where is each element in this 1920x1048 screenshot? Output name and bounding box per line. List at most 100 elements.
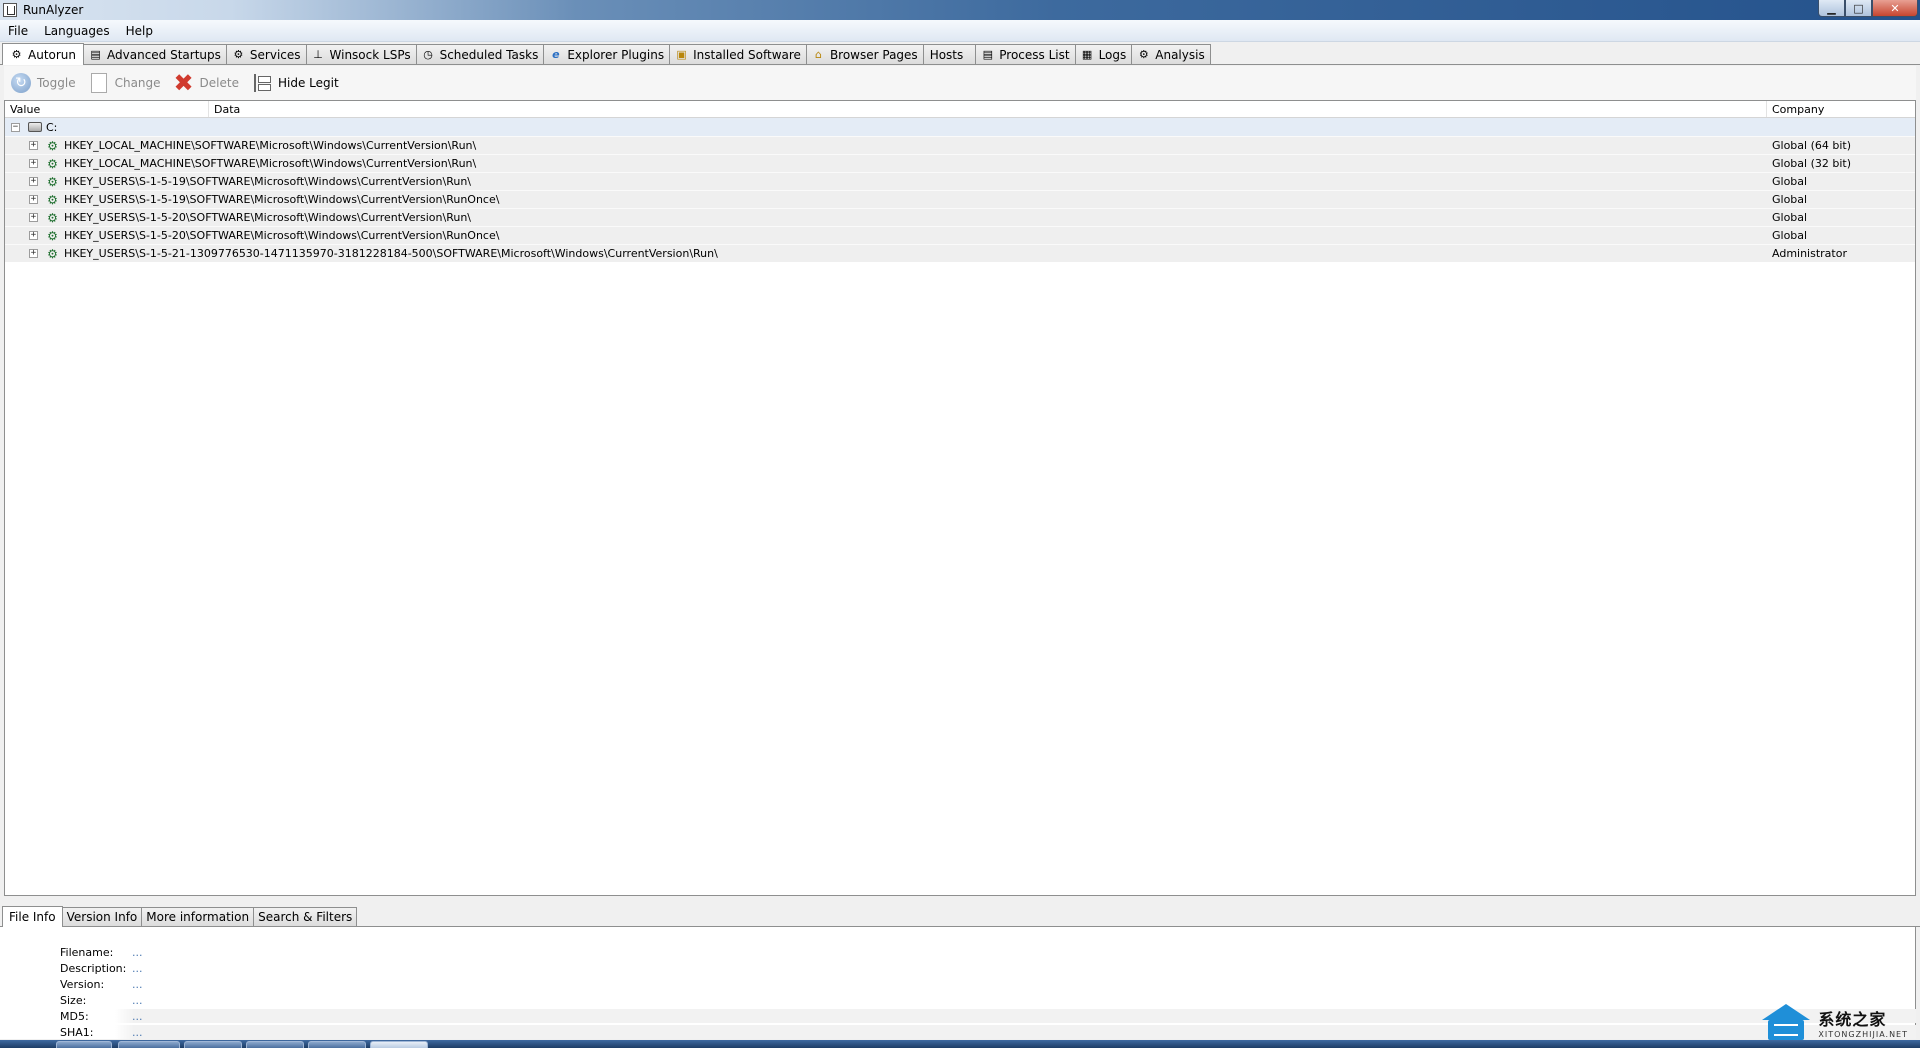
delete-label: Delete [199, 76, 239, 90]
field-label: Filename: [60, 945, 114, 959]
home-icon: ⌂ [814, 48, 822, 61]
clock-icon: ◷ [423, 48, 433, 61]
row-company: Global [1772, 193, 1808, 206]
tab-label: Hosts [929, 47, 964, 62]
tab-services[interactable]: ⚙ Services [225, 44, 307, 64]
field-value: ... [132, 1025, 143, 1039]
refresh-arrow-icon: ↻ [11, 73, 31, 93]
expand-icon[interactable]: + [29, 177, 38, 186]
expand-icon[interactable]: + [29, 141, 38, 150]
file-info-version: Version: ... [0, 977, 1916, 991]
expand-icon[interactable]: + [29, 249, 38, 258]
tab-process-list[interactable]: ▤ Process List [975, 44, 1076, 64]
tab-search-filters[interactable]: Search & Filters [253, 907, 358, 926]
table-row[interactable]: + ⚙ HKEY_USERS\S-1-5-20\SOFTWARE\Microso… [5, 226, 1915, 244]
row-path: HKEY_LOCAL_MACHINE\SOFTWARE\Microsoft\Wi… [64, 139, 477, 152]
app-icon [3, 3, 17, 17]
menu-file[interactable]: File [0, 24, 36, 38]
row-company: Global [1772, 211, 1808, 224]
tab-hosts[interactable]: Hosts [922, 44, 977, 64]
taskbar-item-active[interactable] [370, 1041, 428, 1048]
taskbar-item[interactable] [184, 1041, 242, 1048]
root-label: C: [46, 120, 58, 134]
row-path: HKEY_USERS\S-1-5-19\SOFTWARE\Microsoft\W… [64, 193, 500, 206]
grid-header: Value Data Company [5, 101, 1915, 118]
taskbar-item[interactable] [308, 1041, 366, 1048]
expand-icon[interactable]: + [29, 231, 38, 240]
registry-key-icon: ⚙ [47, 228, 58, 243]
change-button[interactable]: Change [82, 69, 167, 97]
log-icon: ▦ [1081, 48, 1093, 61]
delete-button[interactable]: ✖ Delete [167, 69, 245, 97]
expand-icon[interactable]: + [29, 195, 38, 204]
tab-more-information[interactable]: More information [141, 907, 255, 926]
file-info-md5: MD5: ... [0, 1009, 1916, 1023]
table-row[interactable]: + ⚙ HKEY_USERS\S-1-5-20\SOFTWARE\Microso… [5, 208, 1915, 226]
autorun-tree-grid[interactable]: Value Data Company − C: + ⚙ HKEY_LOCAL_M… [4, 100, 1916, 896]
column-header-value[interactable]: Value [5, 101, 209, 117]
close-button[interactable]: ✕ [1872, 0, 1918, 17]
tree-root-row[interactable]: − C: [5, 118, 1915, 136]
package-icon: ▣ [676, 48, 687, 61]
field-label: SHA1: [60, 1025, 94, 1039]
toggle-icon: ↻ [10, 72, 32, 94]
table-row[interactable]: + ⚙ HKEY_USERS\S-1-5-19\SOFTWARE\Microso… [5, 172, 1915, 190]
file-info-panel: Filename: ... Description: ... Version: … [0, 927, 1916, 1039]
tab-winsock-lsps[interactable]: ⊥ Winsock LSPs [305, 44, 417, 64]
tab-logs[interactable]: ▦ Logs [1074, 44, 1133, 64]
taskbar-item[interactable] [56, 1041, 112, 1048]
tab-explorer-plugins[interactable]: e Explorer Plugins [543, 44, 671, 64]
tab-label: Analysis [1155, 47, 1205, 62]
taskbar [0, 1040, 1920, 1048]
tab-installed-software[interactable]: ▣ Installed Software [669, 44, 807, 64]
registry-key-icon: ⚙ [47, 156, 58, 171]
tab-analysis[interactable]: ⚙ Analysis [1131, 44, 1211, 64]
tab-advanced-startups[interactable]: ▤ Advanced Startups [83, 44, 227, 64]
maximize-button[interactable]: □ [1845, 0, 1872, 17]
menu-help[interactable]: Help [118, 24, 161, 38]
registry-key-icon: ⚙ [47, 246, 58, 261]
tab-label: Advanced Startups [107, 47, 221, 62]
tab-label: Installed Software [693, 47, 801, 62]
tab-version-info[interactable]: Version Info [61, 907, 143, 926]
details-tab-strip: File Info Version Info More information … [0, 906, 1920, 927]
window-controls: ▁ □ ✕ [1818, 0, 1918, 17]
expand-icon[interactable]: + [29, 159, 38, 168]
column-header-company[interactable]: Company [1767, 101, 1915, 117]
table-row[interactable]: + ⚙ HKEY_USERS\S-1-5-19\SOFTWARE\Microso… [5, 190, 1915, 208]
table-row[interactable]: + ⚙ HKEY_LOCAL_MACHINE\SOFTWARE\Microsof… [5, 136, 1915, 154]
field-value: ... [132, 993, 143, 1007]
field-value: ... [132, 961, 143, 975]
column-header-data[interactable]: Data [209, 101, 1767, 117]
tab-browser-pages[interactable]: ⌂ Browser Pages [805, 44, 924, 64]
field-label: Size: [60, 993, 87, 1007]
minimize-button[interactable]: ▁ [1818, 0, 1845, 17]
table-row[interactable]: + ⚙ HKEY_USERS\S-1-5-21-1309776530-14711… [5, 244, 1915, 262]
file-info-description: Description: ... [0, 961, 1916, 975]
taskbar-item[interactable] [118, 1041, 180, 1048]
table-row[interactable]: + ⚙ HKEY_LOCAL_MACHINE\SOFTWARE\Microsof… [5, 154, 1915, 172]
tree-filter-icon [251, 72, 273, 94]
watermark-en: XITONGZHIJIA.NET [1818, 1029, 1908, 1039]
gears-icon: ⚙ [233, 48, 244, 61]
row-company: Global [1772, 175, 1808, 188]
tab-scheduled-tasks[interactable]: ◷ Scheduled Tasks [415, 44, 545, 64]
expand-icon[interactable]: + [29, 213, 38, 222]
collapse-icon[interactable]: − [11, 122, 20, 132]
menu-languages[interactable]: Languages [36, 24, 117, 38]
row-path: HKEY_USERS\S-1-5-21-1309776530-147113597… [64, 247, 718, 260]
delete-x-icon: ✖ [173, 71, 195, 95]
row-path: HKEY_USERS\S-1-5-20\SOFTWARE\Microsoft\W… [64, 229, 500, 242]
toggle-button[interactable]: ↻ Toggle [4, 69, 82, 97]
tab-file-info[interactable]: File Info [2, 906, 63, 927]
tab-label: Process List [999, 47, 1070, 62]
taskbar-item[interactable] [246, 1041, 304, 1048]
registry-key-icon: ⚙ [47, 210, 58, 225]
tab-autorun[interactable]: ⚙ Autorun [2, 43, 85, 65]
title-bar: RunAlyzer ▁ □ ✕ [0, 0, 1920, 20]
field-value: ... [132, 1009, 143, 1023]
hide-legit-button[interactable]: Hide Legit [245, 69, 345, 97]
tab-label: Scheduled Tasks [439, 47, 539, 62]
row-company: Global [1772, 229, 1808, 242]
main-tab-strip: ⚙ Autorun ▤ Advanced Startups ⚙ Services… [0, 43, 1920, 65]
